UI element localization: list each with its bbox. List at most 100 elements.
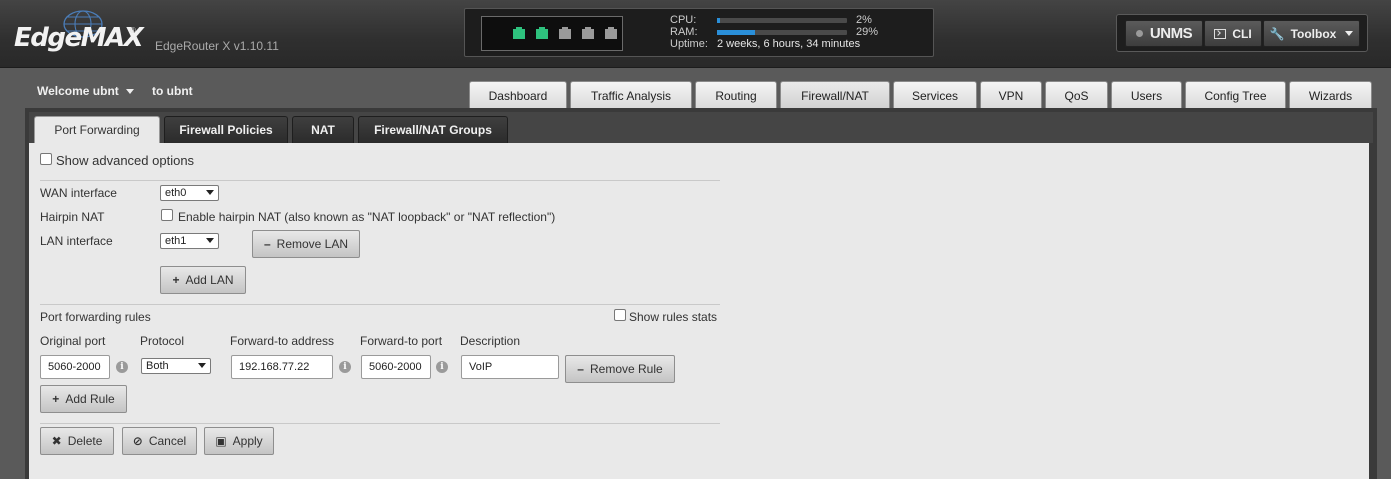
tab-users[interactable]: Users — [1111, 81, 1182, 110]
toolbox-button[interactable]: 🔧 Toolbox — [1263, 20, 1360, 47]
show-rules-stats-checkbox[interactable] — [614, 309, 626, 321]
port-eth2-down[interactable] — [559, 27, 571, 39]
subtab-label: Port Forwarding — [54, 123, 140, 137]
hairpin-nat-checkbox-label: Enable hairpin NAT (also known as "NAT l… — [178, 210, 556, 224]
tab-label: Dashboard — [488, 89, 548, 103]
remove-lan-button[interactable]: – Remove LAN — [252, 230, 360, 258]
info-icon[interactable]: i — [436, 361, 448, 373]
tab-services[interactable]: Services — [893, 81, 977, 110]
show-advanced-checkbox[interactable] — [40, 153, 52, 165]
cancel-button[interactable]: ⊘ Cancel — [122, 427, 197, 455]
original-port-input[interactable]: 5060-2000 — [40, 355, 110, 379]
divider — [40, 180, 720, 181]
tab-label: Config Tree — [1204, 89, 1267, 103]
remove-lan-label: Remove LAN — [276, 237, 349, 251]
x-icon: ✖ — [51, 434, 62, 448]
description-value: VoIP — [469, 361, 493, 373]
main-panel: Port Forwarding Firewall Policies NAT Fi… — [25, 108, 1377, 479]
chevron-down-icon — [1345, 31, 1354, 36]
tab-label: Services — [911, 89, 958, 103]
protocol-value: Both — [146, 360, 169, 372]
cpu-bar — [717, 18, 847, 23]
add-rule-button[interactable]: + Add Rule — [40, 385, 127, 413]
unms-label: UNMS — [1149, 25, 1193, 42]
unms-button[interactable]: UNMS — [1125, 20, 1203, 47]
ban-icon: ⊘ — [132, 434, 143, 448]
port-eth1-up[interactable] — [536, 27, 548, 39]
col-forward-to-address: Forward-to address — [230, 334, 335, 348]
tab-traffic-analysis[interactable]: Traffic Analysis — [570, 81, 692, 110]
show-rules-stats-label: Show rules stats — [629, 310, 718, 324]
wan-interface-select[interactable]: eth0 — [160, 185, 219, 201]
original-port-value: 5060-2000 — [48, 361, 101, 373]
port-eth0-up[interactable] — [513, 27, 525, 39]
tab-vpn[interactable]: VPN — [980, 81, 1042, 110]
tab-config-tree[interactable]: Config Tree — [1185, 81, 1286, 110]
ram-bar — [717, 30, 847, 35]
edgemax-logo: EdgeMAX ® — [14, 10, 144, 58]
user-menu[interactable]: Welcome ubnt — [37, 84, 134, 98]
wan-interface-label: WAN interface — [40, 186, 117, 200]
tab-label: Firewall/NAT — [801, 89, 869, 103]
plus-icon: + — [52, 392, 60, 406]
show-advanced-label: Show advanced options — [56, 153, 195, 168]
subtab-nat[interactable]: NAT — [292, 116, 354, 143]
status-panel: CPU: 2% RAM: 29% Uptime: 2 weeks, 6 hour… — [464, 8, 934, 57]
cpu-bar-fill — [717, 18, 720, 23]
tab-qos[interactable]: QoS — [1045, 81, 1108, 110]
cpu-label: CPU: — [670, 14, 697, 26]
tab-label: Traffic Analysis — [590, 89, 672, 103]
cli-button[interactable]: CLI — [1204, 20, 1262, 47]
minus-icon: – — [263, 237, 271, 251]
tab-wizards[interactable]: Wizards — [1289, 81, 1372, 110]
divider — [40, 304, 720, 305]
plus-icon: + — [172, 273, 180, 287]
info-icon[interactable]: i — [339, 361, 351, 373]
wan-interface-value: eth0 — [165, 187, 187, 199]
hairpin-nat-checkbox[interactable] — [161, 209, 173, 221]
subtab-port-forwarding[interactable]: Port Forwarding — [34, 116, 160, 143]
device-model: EdgeRouter X v1.10.11 — [155, 39, 279, 53]
apply-button[interactable]: ▣ Apply — [204, 427, 274, 455]
unms-status-dot — [1135, 30, 1143, 37]
port-eth4-down[interactable] — [605, 27, 617, 39]
remove-rule-button[interactable]: – Remove Rule — [565, 355, 675, 383]
chevron-down-icon — [198, 363, 206, 368]
add-lan-button[interactable]: + Add LAN — [160, 266, 246, 294]
col-description: Description — [460, 334, 521, 348]
top-header: EdgeMAX ® EdgeRouter X v1.10.11 CPU: 2% … — [0, 0, 1391, 68]
col-protocol: Protocol — [140, 334, 185, 348]
description-input[interactable]: VoIP — [461, 355, 559, 379]
tab-dashboard[interactable]: Dashboard — [469, 81, 567, 110]
header-toolbar: UNMS CLI 🔧 Toolbox — [1116, 14, 1368, 52]
tab-label: VPN — [998, 89, 1024, 103]
terminal-icon — [1214, 28, 1227, 39]
tab-label: Users — [1130, 89, 1163, 103]
subtab-firewall-policies[interactable]: Firewall Policies — [164, 116, 288, 143]
port-eth3-down[interactable] — [582, 27, 594, 39]
port-forwarding-content: Show advanced options WAN interface eth0… — [29, 143, 1369, 479]
subtab-firewall-nat-groups[interactable]: Firewall/NAT Groups — [358, 116, 508, 143]
cli-label: CLI — [1232, 26, 1252, 41]
save-icon: ▣ — [215, 434, 227, 448]
forward-to-address-value: 192.168.77.22 — [239, 361, 310, 373]
forward-to-port-value: 5060-2000 — [369, 361, 422, 373]
lan-interface-select[interactable]: eth1 — [160, 233, 219, 249]
col-original-port: Original port — [40, 334, 106, 348]
forward-to-port-input[interactable]: 5060-2000 — [361, 355, 431, 379]
add-lan-label: Add LAN — [185, 273, 234, 287]
protocol-select[interactable]: Both — [141, 358, 211, 374]
delete-button[interactable]: ✖ Delete — [40, 427, 114, 455]
tab-firewall-nat[interactable]: Firewall/NAT — [780, 81, 890, 110]
cancel-label: Cancel — [148, 434, 187, 448]
port-forwarding-rules-title: Port forwarding rules — [40, 310, 151, 324]
tab-label: Wizards — [1308, 89, 1353, 103]
info-icon[interactable]: i — [116, 361, 128, 373]
tab-routing[interactable]: Routing — [695, 81, 777, 110]
minus-icon: – — [577, 362, 584, 376]
col-forward-to-port: Forward-to port — [360, 334, 443, 348]
forward-to-address-input[interactable]: 192.168.77.22 — [231, 355, 333, 379]
lan-interface-label: LAN interface — [40, 234, 113, 248]
welcome-label: Welcome ubnt — [37, 84, 119, 98]
apply-label: Apply — [232, 434, 263, 448]
